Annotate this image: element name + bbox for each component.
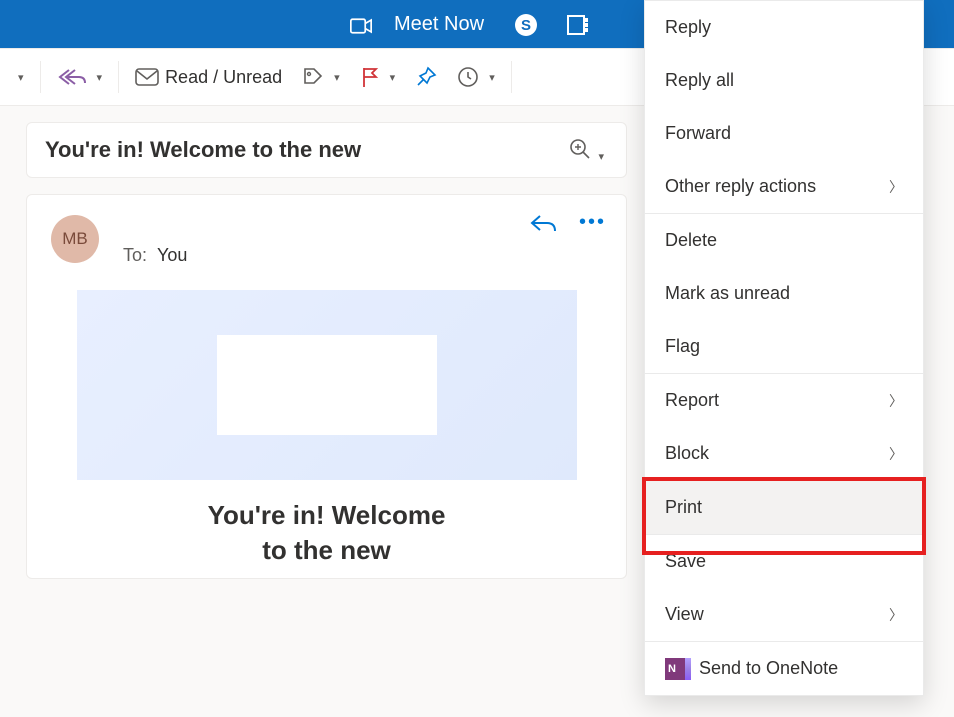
menu-save[interactable]: Save [645, 535, 923, 588]
menu-reply-all[interactable]: Reply all [645, 54, 923, 107]
zoom-button[interactable]: ▾ [565, 138, 608, 163]
menu-mark-as-unread[interactable]: Mark as unread [645, 267, 923, 320]
menu-other-reply-actions[interactable]: Other reply actions 〉 [645, 160, 923, 213]
tag-icon [302, 66, 324, 88]
categorize-button[interactable]: ▾ [292, 49, 350, 105]
email-hero-banner [77, 290, 577, 480]
menu-reply[interactable]: Reply [645, 1, 923, 54]
chevron-right-icon: 〉 [889, 605, 903, 625]
clock-icon [457, 66, 479, 88]
divider [118, 61, 119, 93]
menu-flag[interactable]: Flag [645, 320, 923, 373]
flag-icon [360, 66, 380, 88]
menu-view[interactable]: View 〉 [645, 588, 923, 641]
onenote-titlebar-icon[interactable] [566, 13, 590, 37]
envelope-icon [135, 68, 159, 86]
flag-button[interactable]: ▾ [350, 49, 406, 105]
onenote-icon: N [665, 658, 687, 680]
message-card: ••• MB To: You You're in! Welcome to the… [26, 194, 627, 579]
menu-delete[interactable]: Delete [645, 214, 923, 267]
divider [40, 61, 41, 93]
chevron-right-icon: 〉 [889, 177, 903, 197]
email-subject: You're in! Welcome to the new [45, 137, 565, 163]
skype-icon[interactable]: S [514, 13, 538, 37]
reply-all-split-button[interactable]: ▾ [47, 49, 113, 105]
toolbar-overflow-left[interactable]: ▾ [4, 49, 34, 105]
sender-avatar: MB [51, 215, 99, 263]
chevron-down-icon: ▾ [390, 71, 396, 84]
read-unread-label: Read / Unread [165, 67, 282, 88]
chevron-down-icon: ▾ [598, 151, 604, 163]
subject-card: You're in! Welcome to the new ▾ [26, 122, 627, 178]
snooze-button[interactable]: ▾ [447, 49, 505, 105]
chevron-right-icon: 〉 [889, 444, 903, 464]
menu-send-to-onenote[interactable]: N Send to OneNote [645, 642, 923, 695]
to-label: To: [123, 245, 147, 265]
chevron-down-icon: ▾ [18, 71, 24, 84]
meet-now-button[interactable]: Meet Now [394, 13, 484, 36]
message-context-menu: Reply Reply all Forward Other reply acti… [644, 0, 924, 696]
reply-all-icon [57, 67, 87, 87]
to-value: You [157, 245, 187, 265]
to-line: To: You [123, 245, 187, 266]
video-camera-icon [350, 17, 372, 33]
pin-button[interactable] [405, 49, 447, 105]
email-hero-title: You're in! Welcome to the new [51, 498, 602, 568]
chevron-down-icon: ▾ [334, 71, 340, 84]
svg-text:S: S [521, 17, 531, 34]
chevron-right-icon: 〉 [889, 391, 903, 411]
message-quick-actions: ••• [529, 211, 606, 234]
menu-forward[interactable]: Forward [645, 107, 923, 160]
read-unread-button[interactable]: Read / Unread [125, 49, 292, 105]
reply-icon[interactable] [529, 213, 557, 233]
pin-icon [415, 66, 437, 88]
zoom-in-icon [569, 138, 591, 160]
divider [511, 61, 512, 93]
menu-report[interactable]: Report 〉 [645, 374, 923, 427]
menu-block[interactable]: Block 〉 [645, 427, 923, 480]
more-actions-button[interactable]: ••• [579, 211, 606, 234]
chevron-down-icon: ▾ [489, 71, 495, 84]
menu-print[interactable]: Print [645, 481, 923, 534]
chevron-down-icon: ▾ [97, 71, 103, 84]
hero-logo-placeholder [217, 335, 437, 435]
